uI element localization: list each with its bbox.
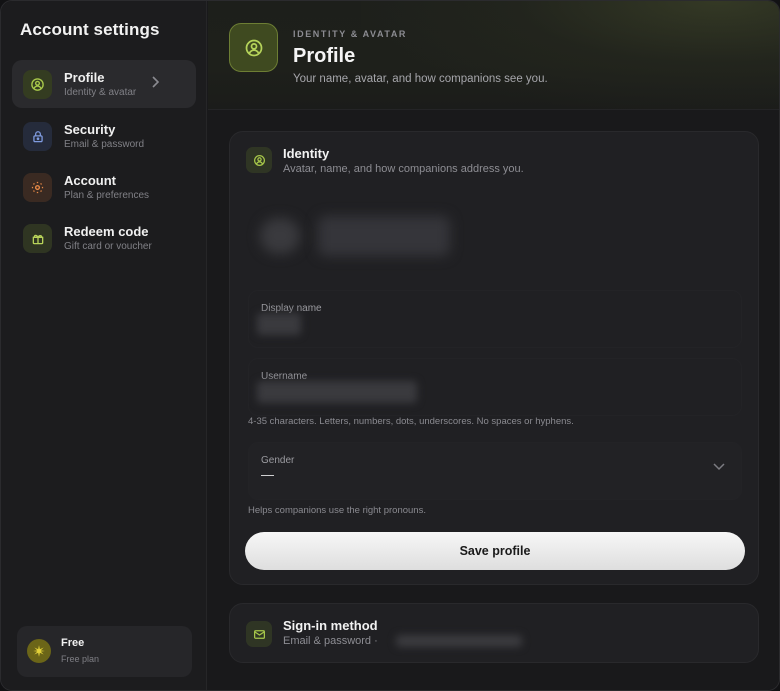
sidebar-item-sub: Email & password [64,139,145,150]
avatar[interactable] [260,218,300,254]
plan-subtitle: Free plan [61,654,100,664]
sidebar: Account settings Profile Identity & avat… [1,1,207,690]
sidebar-item-security[interactable]: Security Email & password [12,112,196,160]
sparkle-icon [27,639,51,663]
mail-icon [246,621,272,647]
sidebar-item-label: Redeem code [64,224,149,239]
user-circle-icon [229,23,278,72]
sidebar-item-account[interactable]: Account Plan & preferences [12,163,196,211]
sidebar-item-sub: Identity & avatar [64,87,137,98]
user-circle-icon [246,147,272,173]
page-header: IDENTITY & AVATAR Profile Your name, ava… [208,1,779,110]
page-eyebrow: IDENTITY & AVATAR [293,29,408,39]
chevron-down-icon [713,463,725,471]
signin-card: Sign-in method Email & password · [229,603,759,663]
lock-icon [23,122,52,151]
gender-value: — [261,467,274,482]
avatar-name-preview [318,216,450,256]
gender-hint: Helps companions use the right pronouns. [248,505,426,516]
card-subtitle: Avatar, name, and how companions address… [283,163,524,175]
card-title: Identity [283,146,330,161]
plan-title: Free [61,637,85,649]
display-name-value [257,313,301,335]
sidebar-item-label: Profile [64,70,105,85]
card-title: Sign-in method [283,618,378,633]
gear-icon [23,173,52,202]
user-circle-icon [23,70,52,99]
sidebar-item-label: Account [64,173,116,188]
card-subtitle: Email & password · [283,635,378,647]
header-glow [361,1,779,110]
save-profile-button[interactable]: Save profile [245,532,745,570]
sidebar-item-sub: Plan & preferences [64,190,150,201]
page-title: Profile [293,45,356,67]
sidebar-item-sub: Gift card or voucher [64,241,152,252]
page-subtitle: Your name, avatar, and how companions se… [293,73,548,85]
display-name-field[interactable]: Display name [248,290,742,348]
sidebar-item-label: Security [64,122,116,137]
gender-select[interactable]: Gender — [248,442,742,500]
sidebar-item-redeem[interactable]: Redeem code Gift card or voucher [12,214,196,262]
signin-email-value [396,635,522,647]
field-label: Gender [261,455,295,466]
sidebar-title: Account settings [20,20,160,39]
sidebar-item-profile[interactable]: Profile Identity & avatar [12,60,196,108]
main-content: IDENTITY & AVATAR Profile Your name, ava… [208,1,779,690]
chevron-right-icon [152,76,160,88]
username-value [257,381,417,403]
plan-card[interactable]: Free Free plan [17,626,192,677]
settings-window: Account settings Profile Identity & avat… [0,0,780,691]
identity-card: Identity Avatar, name, and how companion… [229,131,759,585]
username-field[interactable]: Username [248,358,742,416]
gift-icon [23,224,52,253]
username-hint: 4-35 characters. Letters, numbers, dots,… [248,416,574,427]
